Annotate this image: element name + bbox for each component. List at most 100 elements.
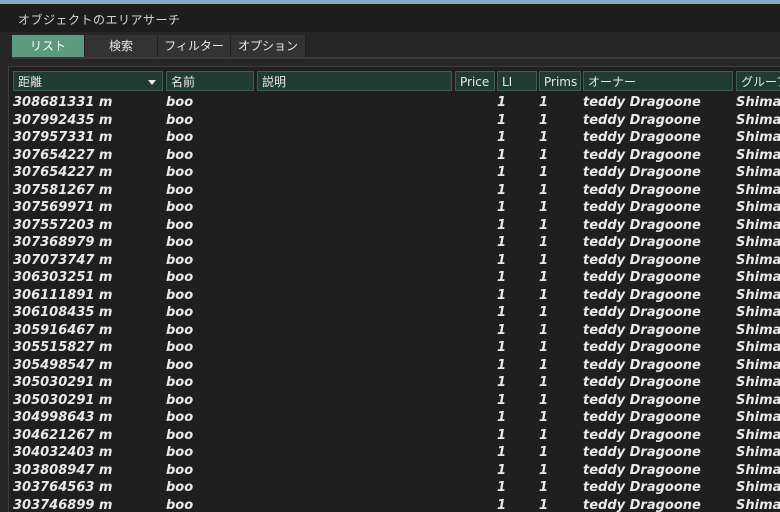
cell-price — [455, 322, 495, 340]
column-header-distance[interactable]: 距離 — [13, 71, 163, 91]
cell-price — [455, 234, 495, 252]
cell-owner: teddy Dragoone — [583, 200, 701, 215]
cell-price — [455, 374, 495, 392]
cell-description — [257, 234, 452, 252]
cell-prims: 1 — [539, 165, 549, 180]
cell-name: boo — [166, 392, 194, 408]
cell-prims: 1 — [539, 200, 549, 215]
table-row[interactable]: 307569971 m boo 1 1 teddy Dragoone Shima — [9, 199, 780, 217]
table-row[interactable]: 305498547 m boo 1 1 teddy Dragoone Shima — [9, 357, 780, 375]
cell-price — [455, 199, 495, 217]
cell-distance: 308681331 m — [13, 95, 113, 110]
tab-filter[interactable]: フィルター — [158, 35, 231, 57]
column-header-owner[interactable]: オーナー — [583, 71, 733, 91]
sort-descending-icon — [148, 80, 156, 85]
cell-price — [455, 497, 495, 512]
table-row[interactable]: 305030291 m boo 1 1 teddy Dragoone Shima — [9, 392, 780, 410]
cell-price — [455, 217, 495, 235]
cell-description — [257, 357, 452, 375]
column-header-prims[interactable]: Prims — [539, 71, 581, 91]
area-search-window: オブジェクトのエリアサーチ リスト 検索 フィルター オプション 距離 名前 説… — [0, 0, 780, 512]
table-row[interactable]: 305515827 m boo 1 1 teddy Dragoone Shima — [9, 339, 780, 357]
table-row[interactable]: 306303251 m boo 1 1 teddy Dragoone Shima — [9, 269, 780, 287]
column-header-description[interactable]: 説明 — [257, 71, 452, 91]
cell-distance: 305916467 m — [13, 322, 113, 338]
table-row[interactable]: 307654227 m boo 1 1 teddy Dragoone Shima — [9, 164, 780, 182]
cell-group: Shima — [736, 375, 780, 390]
cell-description — [257, 304, 452, 322]
object-list[interactable]: 距離 名前 説明 Price LI Prims オーナー グループ 308681… — [8, 66, 780, 512]
table-row[interactable]: 305916467 m boo 1 1 teddy Dragoone Shima — [9, 322, 780, 340]
cell-owner: teddy Dragoone — [583, 165, 701, 180]
table-row[interactable]: 306111891 m boo 1 1 teddy Dragoone Shima — [9, 287, 780, 305]
cell-description — [257, 322, 452, 340]
cell-price — [455, 287, 495, 305]
cell-li: 1 — [497, 217, 507, 233]
table-row[interactable]: 304032403 m boo 1 1 teddy Dragoone Shima — [9, 444, 780, 462]
table-row[interactable]: 307368979 m boo 1 1 teddy Dragoone Shima — [9, 234, 780, 252]
column-header-price[interactable]: Price — [455, 71, 495, 91]
table-row[interactable]: 303746899 m boo 1 1 teddy Dragoone Shima — [9, 497, 780, 512]
title-bar[interactable]: オブジェクトのエリアサーチ — [0, 4, 780, 32]
cell-description — [257, 252, 452, 270]
cell-description — [257, 269, 452, 287]
tab-list[interactable]: リスト — [12, 35, 85, 57]
table-row[interactable]: 307073747 m boo 1 1 teddy Dragoone Shima — [9, 252, 780, 270]
table-row[interactable]: 306108435 m boo 1 1 teddy Dragoone Shima — [9, 304, 780, 322]
cell-prims: 1 — [539, 392, 549, 408]
cell-name: boo — [166, 305, 194, 320]
cell-li: 1 — [497, 497, 507, 512]
cell-price — [455, 147, 495, 165]
cell-price — [455, 339, 495, 357]
cell-prims: 1 — [539, 375, 549, 390]
table-row[interactable]: 307557203 m boo 1 1 teddy Dragoone Shima — [9, 217, 780, 235]
cell-distance: 307569971 m — [13, 200, 113, 215]
table-row[interactable]: 308681331 m boo 1 1 teddy Dragoone Shima — [9, 94, 780, 112]
cell-li: 1 — [497, 112, 507, 128]
table-row[interactable]: 304621267 m boo 1 1 teddy Dragoone Shima — [9, 427, 780, 445]
cell-description — [257, 339, 452, 357]
cell-li: 1 — [497, 235, 507, 250]
cell-owner: teddy Dragoone — [583, 497, 701, 512]
cell-group: Shima — [736, 497, 780, 512]
table-row[interactable]: 307957331 m boo 1 1 teddy Dragoone Shima — [9, 129, 780, 147]
cell-owner: teddy Dragoone — [583, 305, 701, 320]
cell-distance: 303764563 m — [13, 480, 113, 495]
cell-owner: teddy Dragoone — [583, 217, 701, 233]
cell-name: boo — [166, 182, 194, 198]
table-row[interactable]: 305030291 m boo 1 1 teddy Dragoone Shima — [9, 374, 780, 392]
cell-owner: teddy Dragoone — [583, 480, 701, 495]
cell-li: 1 — [497, 200, 507, 215]
cell-group: Shima — [736, 427, 780, 443]
cell-li: 1 — [497, 427, 507, 443]
cell-description — [257, 164, 452, 182]
cell-group: Shima — [736, 270, 780, 285]
table-row[interactable]: 307581267 m boo 1 1 teddy Dragoone Shima — [9, 182, 780, 200]
cell-distance: 304621267 m — [13, 427, 113, 443]
table-row[interactable]: 307992435 m boo 1 1 teddy Dragoone Shima — [9, 112, 780, 130]
column-header-li[interactable]: LI — [497, 71, 537, 91]
cell-prims: 1 — [539, 480, 549, 495]
cell-group: Shima — [736, 462, 780, 478]
cell-name: boo — [166, 217, 194, 233]
cell-description — [257, 217, 452, 235]
cell-description — [257, 392, 452, 410]
tab-search[interactable]: 検索 — [85, 35, 158, 57]
cell-distance: 305498547 m — [13, 357, 113, 373]
cell-prims: 1 — [539, 287, 549, 303]
cell-name: boo — [166, 270, 194, 285]
table-row[interactable]: 303808947 m boo 1 1 teddy Dragoone Shima — [9, 462, 780, 480]
cell-distance: 304032403 m — [13, 445, 113, 460]
cell-name: boo — [166, 235, 194, 250]
cell-distance: 305030291 m — [13, 375, 113, 390]
column-header-name[interactable]: 名前 — [166, 71, 254, 91]
table-row[interactable]: 304998643 m boo 1 1 teddy Dragoone Shima — [9, 409, 780, 427]
table-row[interactable]: 307654227 m boo 1 1 teddy Dragoone Shima — [9, 147, 780, 165]
cell-name: boo — [166, 322, 194, 338]
column-header-label: 距離 — [18, 75, 43, 89]
column-header-group[interactable]: グループ — [736, 71, 780, 91]
cell-name: boo — [166, 165, 194, 180]
table-row[interactable]: 303764563 m boo 1 1 teddy Dragoone Shima — [9, 479, 780, 497]
tab-options[interactable]: オプション — [231, 35, 306, 57]
cell-name: boo — [166, 287, 194, 303]
